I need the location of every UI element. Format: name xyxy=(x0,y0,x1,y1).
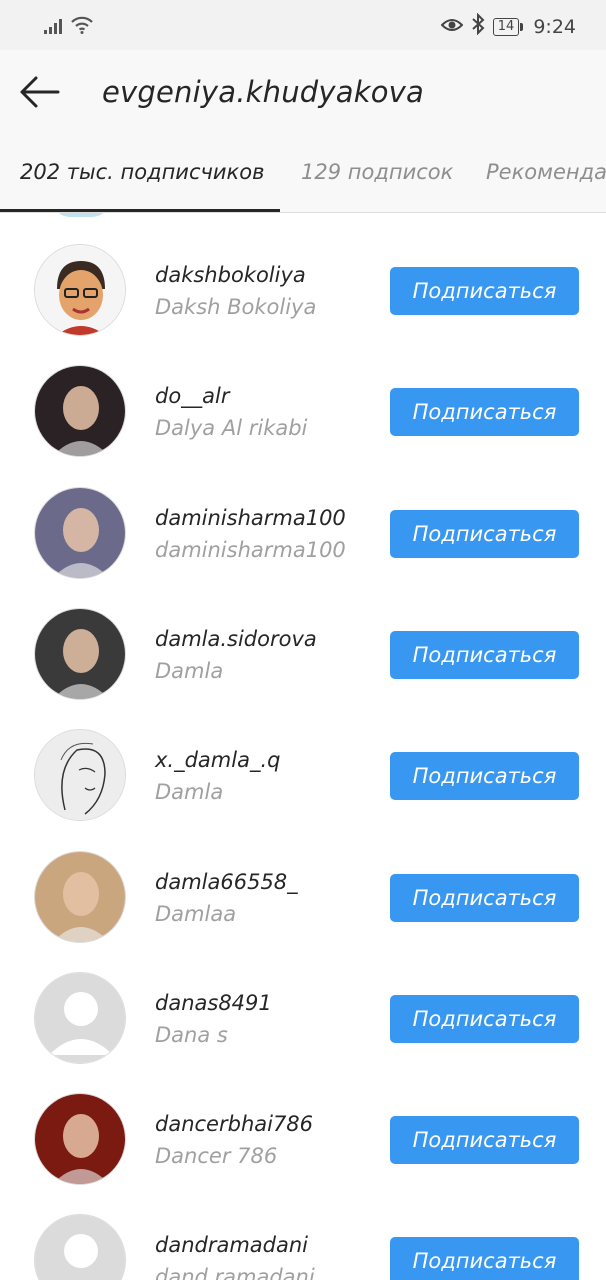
full-name: dand ramadani xyxy=(155,1265,315,1280)
follow-button[interactable]: Подписаться xyxy=(390,874,579,922)
full-name: Damla xyxy=(155,780,224,804)
bluetooth-icon xyxy=(471,12,485,40)
username[interactable]: damla.sidorova xyxy=(155,627,317,651)
status-bar: 14 9:24 xyxy=(0,0,606,50)
active-tab-indicator xyxy=(0,209,280,212)
full-name: Dalya Al rikabi xyxy=(155,416,308,440)
follow-button[interactable]: Подписаться xyxy=(390,995,579,1043)
avatar[interactable] xyxy=(34,244,126,336)
list-item: damla66558_ Damlaa Подписаться xyxy=(0,850,606,970)
follow-button[interactable]: Подписаться xyxy=(390,1237,579,1280)
page-title: evgeniya.khudyakova xyxy=(102,75,425,109)
followers-list: dakshbokoliya Daksh Bokoliya Подписаться do… xyxy=(0,213,606,1280)
username[interactable]: daminisharma100 xyxy=(155,506,346,530)
username[interactable]: x._damla_.q xyxy=(155,748,280,772)
tab-bar: 202 тыс. подписчиков 129 подписок Рекоме… xyxy=(0,134,606,213)
tab-followers[interactable]: 202 тыс. подписчиков xyxy=(20,160,264,184)
username[interactable]: dakshbokoliya xyxy=(155,263,306,287)
avatar[interactable] xyxy=(34,365,126,457)
avatar[interactable] xyxy=(34,972,126,1064)
full-name: Daksh Bokoliya xyxy=(155,295,317,319)
list-item: damla.sidorova Damla Подписаться xyxy=(0,607,606,727)
signal-icon xyxy=(44,18,64,38)
list-item: daminisharma100 daminisharma100 Подписатьс… xyxy=(0,486,606,606)
username[interactable]: dancerbhai786 xyxy=(155,1112,313,1136)
avatar[interactable] xyxy=(34,1093,126,1185)
full-name: Damla xyxy=(155,659,224,683)
tab-following[interactable]: 129 подписок xyxy=(301,160,453,184)
list-item: do__alr Dalya Al rikabi Подписаться xyxy=(0,364,606,484)
follow-button[interactable]: Подписаться xyxy=(390,267,579,315)
follow-button[interactable]: Подписаться xyxy=(390,752,579,800)
avatar[interactable] xyxy=(34,1214,126,1280)
follow-button[interactable]: Подписаться xyxy=(390,388,579,436)
list-item: danas8491 Dana s Подписаться xyxy=(0,971,606,1091)
follow-button[interactable]: Подписаться xyxy=(390,510,579,558)
username[interactable]: danas8491 xyxy=(155,991,272,1015)
username[interactable]: do__alr xyxy=(155,384,230,408)
follow-button[interactable]: Подписаться xyxy=(390,1116,579,1164)
partial-avatar xyxy=(52,213,110,217)
full-name: Damlaa xyxy=(155,902,237,926)
full-name: Dana s xyxy=(155,1023,228,1047)
back-arrow-icon[interactable] xyxy=(18,74,62,110)
full-name: Dancer 786 xyxy=(155,1144,278,1168)
avatar[interactable] xyxy=(34,851,126,943)
header: evgeniya.khudyakova xyxy=(0,50,606,134)
list-item: dandramadani dand ramadani Подписаться xyxy=(0,1213,606,1280)
list-item: dakshbokoliya Daksh Bokoliya Подписаться xyxy=(0,243,606,363)
wifi-icon xyxy=(70,16,94,38)
clock: 9:24 xyxy=(533,15,576,38)
tab-recommendations[interactable]: Рекомендации xyxy=(486,160,606,184)
battery-icon: 14 xyxy=(492,17,523,36)
avatar[interactable] xyxy=(34,487,126,579)
avatar[interactable] xyxy=(34,729,126,821)
username[interactable]: dandramadani xyxy=(155,1233,308,1257)
avatar[interactable] xyxy=(34,608,126,700)
follow-button[interactable]: Подписаться xyxy=(390,631,579,679)
full-name: daminisharma100 xyxy=(155,538,346,562)
eye-icon xyxy=(440,16,464,38)
username[interactable]: damla66558_ xyxy=(155,870,298,894)
list-item: dancerbhai786 Dancer 786 Подписаться xyxy=(0,1092,606,1212)
list-item: x._damla_.q Damla Подписаться xyxy=(0,728,606,848)
